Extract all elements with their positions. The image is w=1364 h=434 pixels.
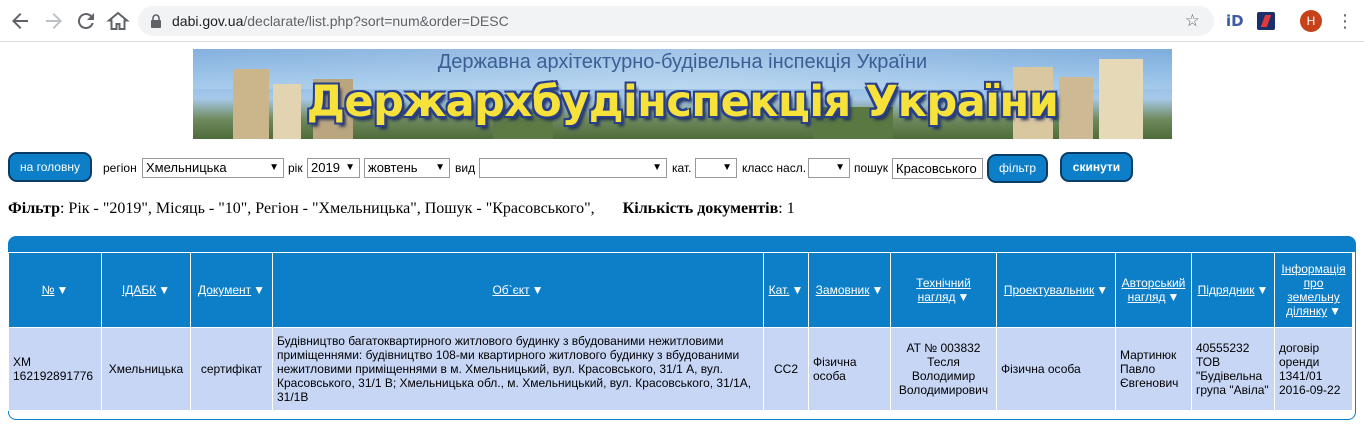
star-icon[interactable]: ☆ [1185,11,1200,31]
class-select[interactable]: ▼ [808,158,850,178]
column-header[interactable]: Інформація про земельну ділянку ▼ [1274,252,1353,328]
cell-designer: Фізична особа [996,327,1116,411]
site-banner: Державна архітектурно-будівельна інспекц… [193,49,1172,139]
extension-icon[interactable] [1257,12,1275,30]
sort-link[interactable]: Замовник [816,283,870,297]
sort-link[interactable]: Підрядник [1198,283,1255,297]
sort-triangle-icon[interactable]: ▼ [1096,283,1108,297]
home-icon[interactable] [106,9,130,33]
month-select[interactable]: жовтень ▼ [364,158,450,178]
cell-idabk: Хмельницька [101,327,191,411]
extension-icon[interactable]: iD [1226,12,1246,30]
class-label: класс насл. [742,161,807,175]
filter-label: Фільтр [8,200,60,217]
count-value: : 1 [778,200,795,217]
sort-triangle-icon[interactable]: ▼ [1257,283,1269,297]
cell-object: Будівництво багатоквартирного житлового … [272,327,764,411]
cell-land-info: договір оренди 1341/01 2016-09-22 [1274,327,1353,411]
type-select[interactable]: ▼ [479,158,667,178]
year-select[interactable]: 2019 ▼ [307,158,360,178]
category-label: кат. [672,161,692,175]
type-label: вид [455,161,476,175]
chevron-down-icon: ▼ [835,162,845,173]
region-label: регіон [103,161,137,175]
address-bar[interactable]: dabi.gov.ua/declarate/list.php?sort=num&… [138,6,1214,36]
region-select[interactable]: Хмельницька ▼ [142,158,284,178]
chevron-down-icon: ▼ [269,162,279,173]
cell-number: ХМ 162192891776 [8,327,102,411]
cell-customer: Фізична особа [808,327,891,411]
sort-link[interactable]: № [42,283,55,297]
sort-link[interactable]: Документ [198,283,251,297]
year-label: рік [288,161,303,175]
column-header[interactable]: Замовник ▼ [808,252,891,328]
reload-icon[interactable] [74,9,98,33]
column-header[interactable]: Підрядник ▼ [1191,252,1275,328]
cell-contractor: 40555232 ТОВ "Будівельна група "Авіла" [1191,327,1275,411]
sort-link[interactable]: Об`єкт [492,283,529,297]
category-select[interactable]: ▼ [695,158,737,178]
chevron-down-icon: ▼ [652,162,662,173]
column-header[interactable]: № ▼ [8,252,102,328]
reset-button[interactable]: скинути [1060,152,1133,182]
filter-summary: Фільтр: Рік - "2019", Місяць - "10", Рег… [8,200,795,218]
sort-triangle-icon[interactable]: ▼ [958,290,970,304]
lock-icon[interactable] [150,14,162,28]
sort-triangle-icon[interactable]: ▼ [792,283,804,297]
sort-triangle-icon[interactable]: ▼ [1168,290,1180,304]
column-header[interactable]: Технічний нагляд ▼ [890,252,997,328]
sort-triangle-icon[interactable]: ▼ [253,283,265,297]
sort-link[interactable]: ІДАБК [122,283,156,297]
declarations-table: № ▼ ІДАБК ▼ Документ ▼ Об`єкт ▼ Кат. ▼ Замовн… [8,252,1353,411]
filter-button[interactable]: фільтр [987,154,1048,183]
column-header[interactable]: Об`єкт ▼ [272,252,764,328]
banner-subtitle: Державна архітектурно-будівельна інспекц… [437,51,928,73]
url-text: dabi.gov.ua/declarate/list.php?sort=num&… [172,13,509,29]
column-header[interactable]: ІДАБК ▼ [101,252,191,328]
table-header-row: № ▼ ІДАБК ▼ Документ ▼ Об`єкт ▼ Кат. ▼ Замовн… [8,252,1353,328]
banner-title: Держархбудінспекція України [306,77,1059,127]
sort-triangle-icon[interactable]: ▼ [56,283,68,297]
sort-link[interactable]: Проектувальник [1004,283,1094,297]
sort-link[interactable]: Кат. [769,283,790,297]
browser-toolbar: dabi.gov.ua/declarate/list.php?sort=num&… [0,0,1364,42]
back-icon[interactable] [8,9,32,33]
column-header[interactable]: Кат. ▼ [763,252,809,328]
cell-category: СС2 [763,327,809,411]
sort-triangle-icon[interactable]: ▼ [532,283,544,297]
sort-triangle-icon[interactable]: ▼ [871,283,883,297]
menu-icon[interactable]: ⋮ [1336,9,1354,33]
cell-document: сертифікат [190,327,273,411]
home-button[interactable]: на головну [8,152,92,182]
avatar[interactable]: H [1300,10,1322,32]
column-header[interactable]: Проектувальник ▼ [996,252,1116,328]
chevron-down-icon: ▼ [722,162,732,173]
cell-technical-supervision: АТ № 003832 Тесля Володимир Володимирови… [890,327,997,411]
search-input[interactable]: Красовського [892,158,983,179]
filter-text: : Рік - "2019", Місяць - "10", Регіон - … [59,200,595,217]
forward-icon[interactable] [42,9,66,33]
table-row: ХМ 162192891776 Хмельницька сертифікат Б… [8,327,1353,411]
chevron-down-icon: ▼ [345,162,355,173]
count-label: Кількість документів [622,200,779,217]
sort-triangle-icon[interactable]: ▼ [158,283,170,297]
sort-triangle-icon[interactable]: ▼ [1329,304,1341,318]
chevron-down-icon: ▼ [435,162,445,173]
column-header[interactable]: Документ ▼ [190,252,273,328]
column-header[interactable]: Авторський нагляд ▼ [1115,252,1192,328]
search-label: пошук [854,161,889,175]
cell-author-supervision: Мартинюк Павло Євгенович [1115,327,1192,411]
